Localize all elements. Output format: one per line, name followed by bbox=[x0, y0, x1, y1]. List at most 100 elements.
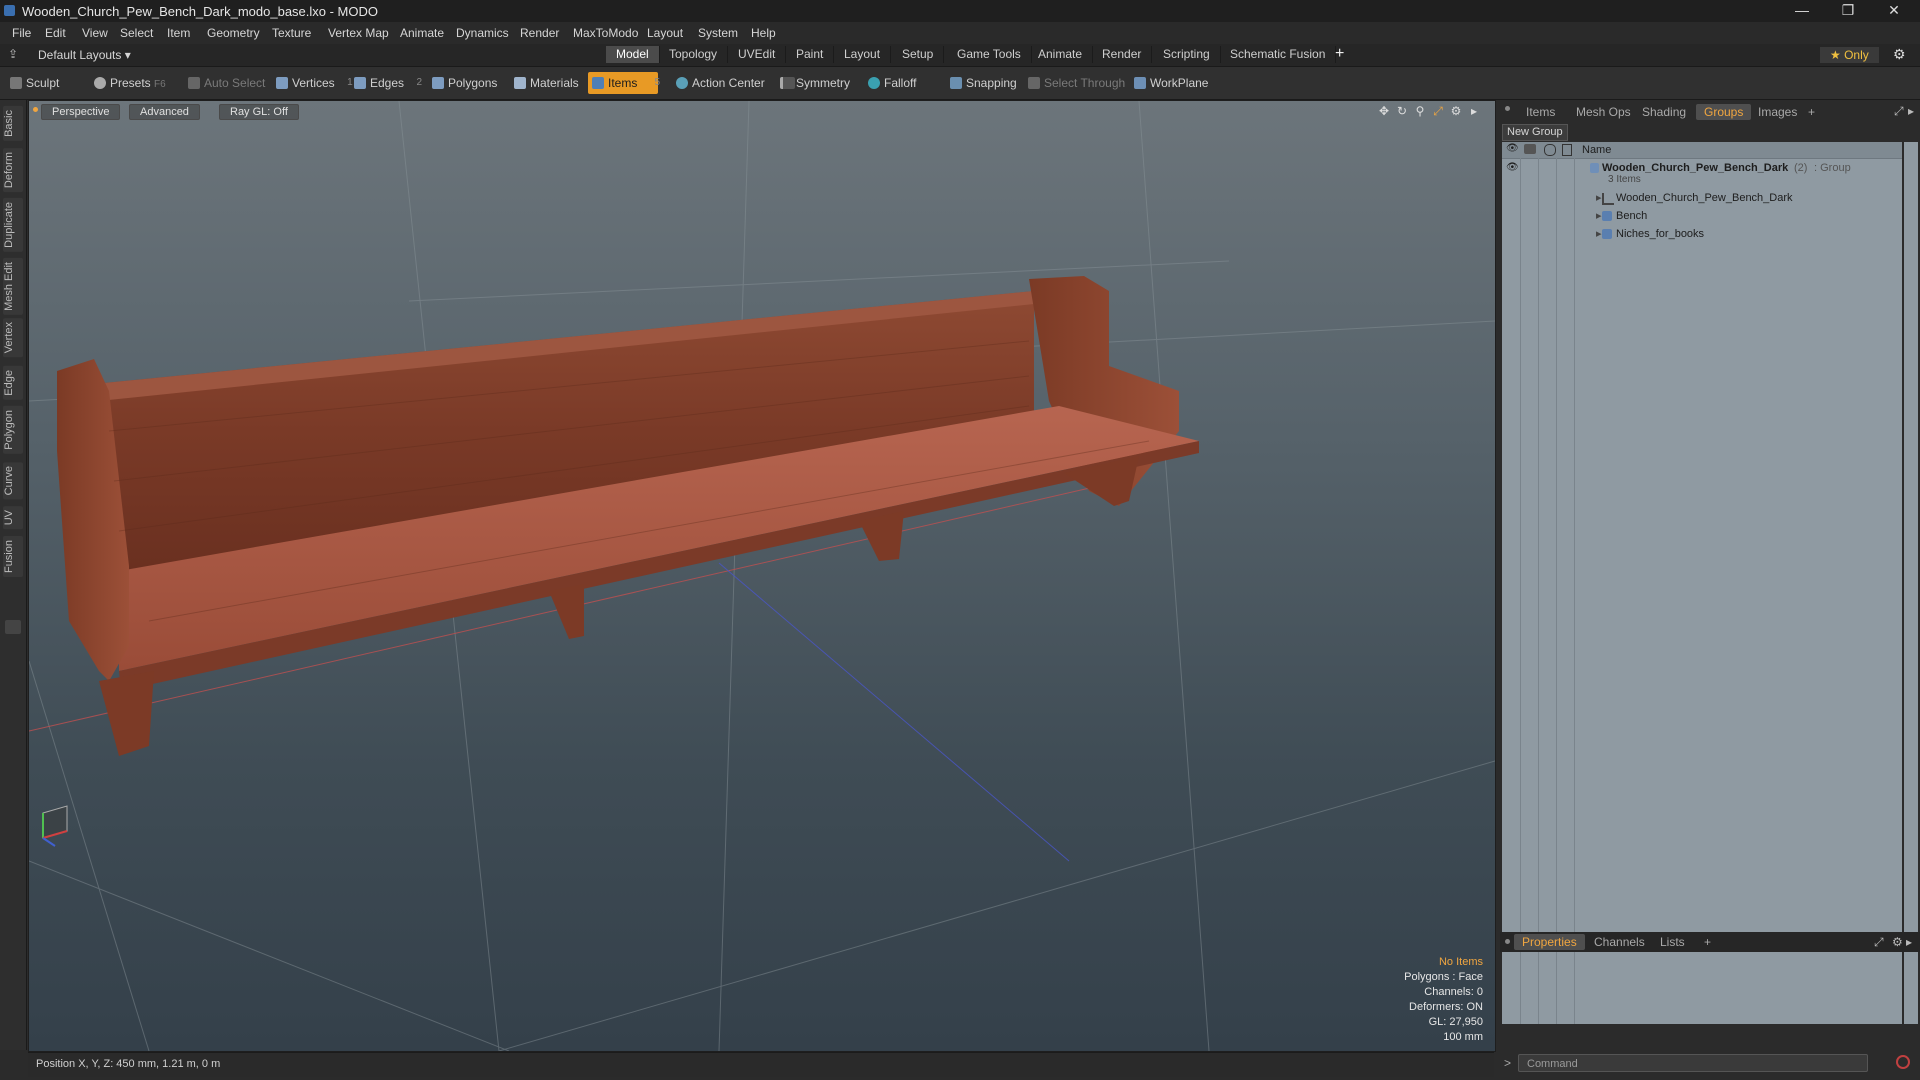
rotate-icon[interactable]: ↻ bbox=[1395, 104, 1409, 118]
materials-button[interactable]: Materials bbox=[510, 72, 587, 94]
menu-bar: File Edit View Select Item Geometry Text… bbox=[0, 22, 1920, 44]
panel-toggle-button[interactable] bbox=[5, 620, 21, 634]
polygons-button[interactable]: Polygons bbox=[428, 72, 505, 94]
tab-topology[interactable]: Topology bbox=[659, 46, 729, 63]
new-group-button[interactable]: New Group bbox=[1502, 124, 1568, 141]
menu-animate[interactable]: Animate bbox=[400, 26, 444, 40]
tab-duplicate[interactable]: Duplicate bbox=[3, 198, 23, 252]
tab-properties[interactable]: Properties bbox=[1514, 934, 1585, 950]
falloff-button[interactable]: Falloff bbox=[864, 72, 924, 94]
select-header-icon[interactable] bbox=[1562, 144, 1572, 156]
menu-select[interactable]: Select bbox=[120, 26, 153, 40]
presets-button[interactable]: Presets F6 bbox=[90, 72, 198, 94]
gear-icon[interactable]: ⚙ bbox=[1893, 46, 1906, 63]
tab-channels[interactable]: Channels bbox=[1586, 934, 1653, 950]
tab-setup[interactable]: Setup bbox=[892, 46, 945, 63]
menu-geometry[interactable]: Geometry bbox=[207, 26, 260, 40]
viewport-settings-icon[interactable]: ⚙ bbox=[1449, 104, 1463, 118]
menu-item[interactable]: Item bbox=[167, 26, 190, 40]
add-panel-tab-button[interactable]: + bbox=[1800, 104, 1823, 120]
tab-paint[interactable]: Paint bbox=[786, 46, 835, 63]
render-header-icon[interactable] bbox=[1524, 144, 1536, 154]
raygl-button[interactable]: Ray GL: Off bbox=[219, 104, 299, 120]
tab-edge[interactable]: Edge bbox=[3, 366, 23, 400]
tab-uvedit[interactable]: UVEdit bbox=[728, 46, 787, 63]
tab-images[interactable]: Images bbox=[1750, 104, 1805, 120]
menu-maxtomodo[interactable]: MaxToModo bbox=[573, 26, 638, 40]
menu-vertex-map[interactable]: Vertex Map bbox=[328, 26, 389, 40]
expand-arrow-icon[interactable]: ▸ bbox=[1596, 225, 1602, 243]
sculpt-button[interactable]: Sculpt bbox=[6, 72, 86, 94]
tab-shading[interactable]: Shading bbox=[1634, 104, 1694, 120]
tab-deform[interactable]: Deform bbox=[3, 148, 23, 193]
items-button[interactable]: Items 5 bbox=[588, 72, 660, 94]
tab-layout[interactable]: Layout bbox=[834, 46, 892, 63]
tab-curve[interactable]: Curve bbox=[3, 462, 23, 500]
workplane-button[interactable]: WorkPlane bbox=[1130, 72, 1216, 94]
edges-button[interactable]: Edges 2 bbox=[350, 72, 422, 94]
tab-schematic-fusion[interactable]: Schematic Fusion bbox=[1220, 46, 1337, 63]
3d-viewport[interactable]: Perspective Advanced Ray GL: Off ✥ ↻ ⚲ ⤢… bbox=[28, 100, 1496, 1052]
close-button[interactable]: ✕ bbox=[1872, 0, 1916, 22]
expand-arrow-icon[interactable]: ▸ bbox=[1596, 189, 1602, 207]
list-item[interactable]: ▸ Bench bbox=[1502, 207, 1902, 225]
pan-icon[interactable]: ✥ bbox=[1377, 104, 1391, 118]
list-item[interactable]: ▸ Niches_for_books bbox=[1502, 225, 1902, 243]
tab-fusion[interactable]: Fusion bbox=[3, 536, 23, 578]
name-column-header[interactable]: Name bbox=[1582, 144, 1611, 156]
tab-model[interactable]: Model bbox=[606, 46, 660, 63]
select-through-button[interactable]: Select Through bbox=[1024, 72, 1133, 94]
maximize-panel-icon[interactable]: ⤢ bbox=[1874, 935, 1884, 950]
menu-texture[interactable]: Texture bbox=[272, 26, 311, 40]
tab-mesh-edit[interactable]: Mesh Edit bbox=[3, 258, 23, 315]
menu-edit[interactable]: Edit bbox=[45, 26, 66, 40]
menu-file[interactable]: File bbox=[12, 26, 31, 40]
restore-button[interactable]: ❐ bbox=[1826, 0, 1870, 22]
menu-help[interactable]: Help bbox=[751, 26, 776, 40]
record-icon[interactable] bbox=[1896, 1055, 1910, 1069]
maximize-panel-icon[interactable]: ⤢ bbox=[1894, 104, 1904, 119]
tab-lists[interactable]: Lists bbox=[1652, 934, 1693, 950]
menu-view[interactable]: View bbox=[82, 26, 108, 40]
add-tab-button[interactable]: + bbox=[1335, 45, 1344, 63]
list-scrollbar[interactable] bbox=[1904, 142, 1918, 1024]
tab-game-tools[interactable]: Game Tools bbox=[947, 46, 1032, 63]
fit-icon[interactable]: ⤢ bbox=[1431, 104, 1445, 118]
command-input[interactable]: Command bbox=[1518, 1054, 1868, 1072]
panel-menu-icon[interactable]: ▸ bbox=[1908, 104, 1914, 118]
list-item[interactable]: ▸ Wooden_Church_Pew_Bench_Dark bbox=[1502, 189, 1902, 207]
menu-dynamics[interactable]: Dynamics bbox=[456, 26, 509, 40]
panel-settings-icon[interactable]: ⚙ bbox=[1892, 935, 1903, 949]
auto-select-button[interactable]: Auto Select bbox=[184, 72, 273, 94]
tab-items[interactable]: Items bbox=[1518, 104, 1563, 120]
tab-polygon[interactable]: Polygon bbox=[3, 406, 23, 454]
only-toggle[interactable]: ★ Only bbox=[1820, 47, 1879, 63]
menu-layout[interactable]: Layout bbox=[647, 26, 683, 40]
visibility-header-icon[interactable]: 👁 bbox=[1506, 143, 1519, 154]
lock-header-icon[interactable] bbox=[1544, 144, 1556, 156]
menu-render[interactable]: Render bbox=[520, 26, 559, 40]
view-mode-button[interactable]: Perspective bbox=[41, 104, 121, 120]
panel-menu-icon[interactable]: ▸ bbox=[1906, 935, 1912, 949]
expand-arrow-icon[interactable]: ▸ bbox=[1467, 104, 1481, 118]
layout-arrow-icon[interactable]: ⇪ bbox=[8, 47, 18, 61]
symmetry-button[interactable]: Symmetry bbox=[776, 72, 858, 94]
zoom-icon[interactable]: ⚲ bbox=[1413, 104, 1427, 118]
tab-scripting[interactable]: Scripting bbox=[1153, 46, 1221, 63]
action-center-button[interactable]: Action Center bbox=[672, 72, 773, 94]
tab-vertex[interactable]: Vertex bbox=[3, 318, 23, 358]
tab-mesh-ops[interactable]: Mesh Ops bbox=[1568, 104, 1639, 120]
tab-groups[interactable]: Groups bbox=[1696, 104, 1752, 120]
add-panel-tab-button[interactable]: + bbox=[1696, 934, 1719, 950]
tab-animate[interactable]: Animate bbox=[1028, 46, 1094, 63]
shading-mode-button[interactable]: Advanced bbox=[129, 104, 200, 120]
vertices-button[interactable]: Vertices 1 bbox=[272, 72, 353, 94]
layout-preset-dropdown[interactable]: Default Layouts ▾ bbox=[38, 48, 131, 62]
expand-arrow-icon[interactable]: ▸ bbox=[1596, 207, 1602, 225]
tab-uv[interactable]: UV bbox=[3, 506, 23, 530]
minimize-button[interactable]: — bbox=[1780, 0, 1824, 22]
menu-system[interactable]: System bbox=[698, 26, 738, 40]
tab-basic[interactable]: Basic bbox=[3, 106, 23, 141]
tab-render[interactable]: Render bbox=[1092, 46, 1153, 63]
snapping-button[interactable]: Snapping bbox=[946, 72, 1025, 94]
